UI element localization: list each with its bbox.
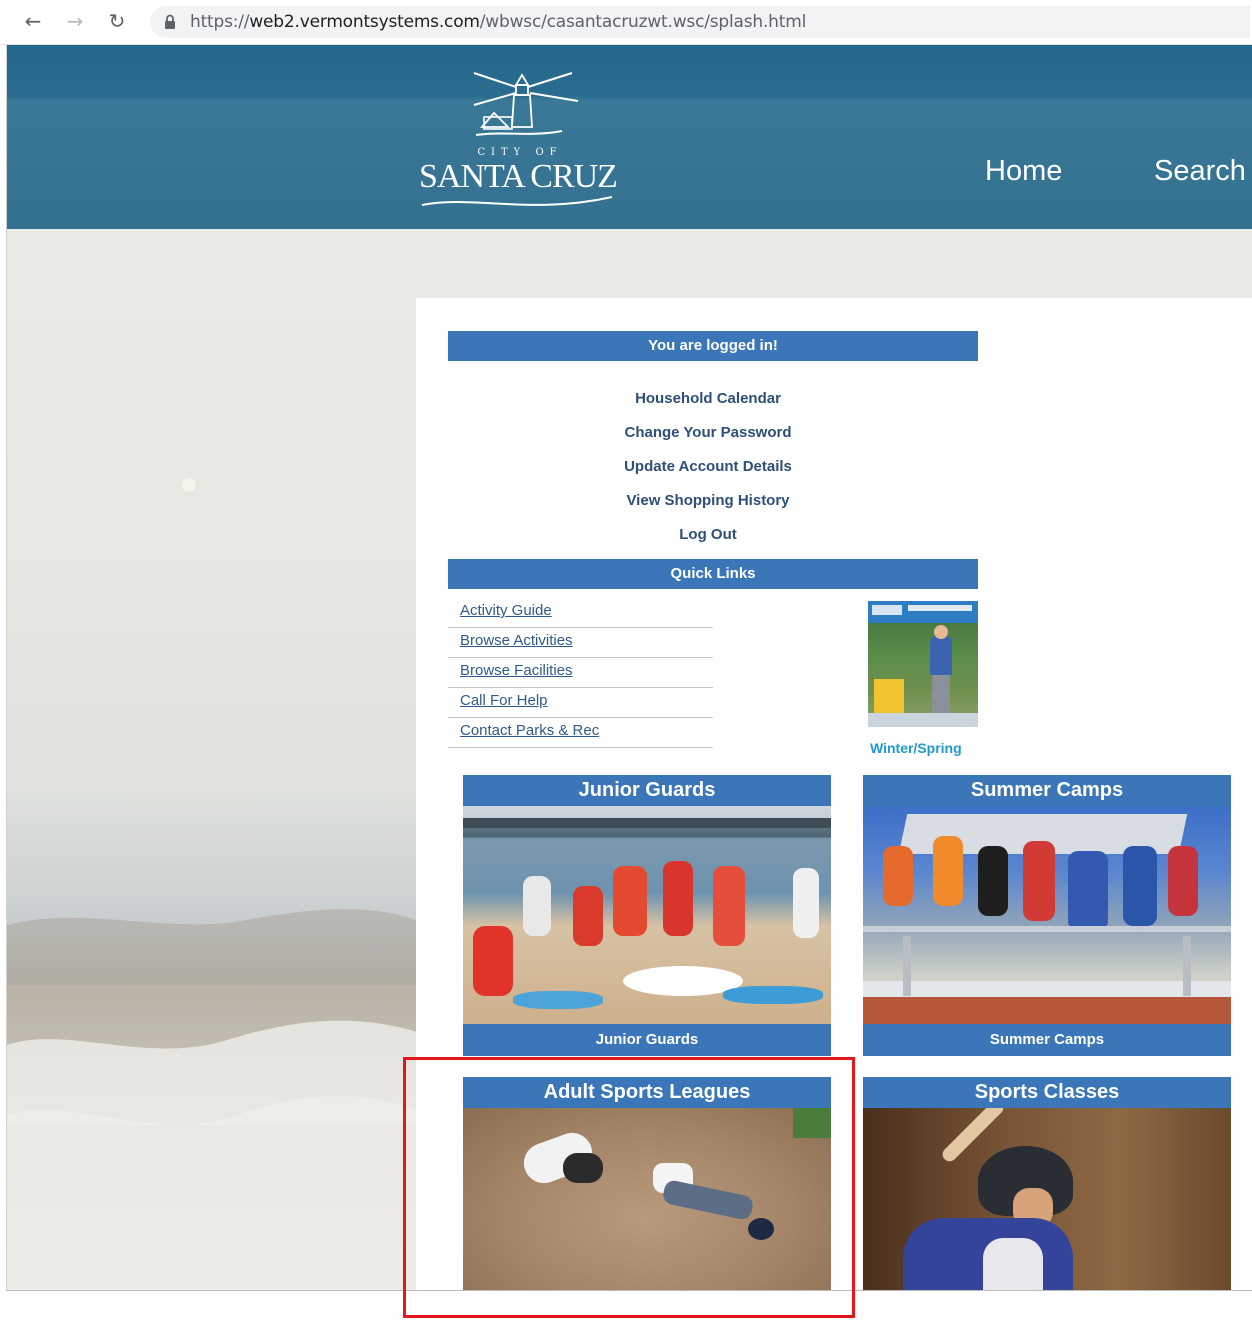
site-header: CITY OF SANTA CRUZ Home Search — [7, 45, 1252, 229]
update-account-link[interactable]: Update Account Details — [448, 458, 968, 475]
contact-parks-rec-link[interactable]: Contact Parks & Rec — [460, 722, 599, 739]
forward-arrow-icon[interactable]: → — [62, 8, 88, 34]
back-arrow-icon[interactable]: ← — [20, 8, 46, 34]
tile-title: Summer Camps — [970, 779, 1124, 801]
shopping-history-link[interactable]: View Shopping History — [448, 492, 968, 509]
guide-caption: Winter/Spring — [870, 740, 962, 756]
list-item: Browse Facilities — [448, 658, 713, 688]
reload-icon[interactable]: ↻ — [104, 8, 130, 34]
url-host: web2.vermontsystems.com — [249, 12, 480, 32]
household-calendar-link[interactable]: Household Calendar — [448, 390, 968, 407]
sports-classes-photo — [863, 1108, 1231, 1290]
list-item: Call For Help — [448, 688, 713, 718]
list-item: Activity Guide — [448, 598, 713, 628]
quick-links-list: Activity Guide Browse Activities Browse … — [448, 598, 713, 748]
url-text: https://web2.vermontsystems.com/wbwsc/ca… — [190, 12, 806, 32]
tile-title: Sports Classes — [974, 1081, 1120, 1103]
url-prefix: https:// — [190, 12, 250, 32]
activity-guide-cover-image[interactable] — [868, 601, 978, 727]
nav-home[interactable]: Home — [985, 155, 1062, 188]
quick-links-heading: Quick Links — [448, 559, 978, 589]
address-bar[interactable]: https://web2.vermontsystems.com/wbwsc/ca… — [150, 6, 1250, 38]
list-item: Browse Activities — [448, 628, 713, 658]
adult-sports-photo — [463, 1108, 831, 1290]
logo-big-text: SANTA CRUZ — [419, 158, 617, 195]
list-item: Contact Parks & Rec — [448, 718, 713, 748]
tile-adult-sports-leagues[interactable]: Adult Sports Leagues — [463, 1077, 831, 1290]
logged-in-banner: You are logged in! — [448, 331, 978, 361]
tile-summer-camps[interactable]: Summer Camps Summer Camps — [863, 775, 1231, 1056]
call-for-help-link[interactable]: Call For Help — [460, 692, 548, 709]
content-panel: You are logged in! Household Calendar Ch… — [416, 298, 1252, 1290]
browse-facilities-link[interactable]: Browse Facilities — [460, 662, 573, 679]
change-password-link[interactable]: Change Your Password — [448, 424, 968, 441]
background-bird — [182, 478, 196, 492]
browser-toolbar: ← → ↻ https://web2.vermontsystems.com/wb… — [0, 0, 1252, 45]
tile-footer: Summer Camps — [989, 1031, 1105, 1048]
browse-activities-link[interactable]: Browse Activities — [460, 632, 573, 649]
junior-guards-photo — [463, 806, 831, 1024]
activity-guide-link[interactable]: Activity Guide — [460, 602, 552, 619]
logo-small-text: CITY OF — [477, 147, 562, 158]
tile-footer: Junior Guards — [595, 1031, 699, 1048]
tile-title: Adult Sports Leagues — [543, 1081, 751, 1103]
nav-search[interactable]: Search — [1154, 155, 1246, 188]
background-waves — [7, 909, 427, 1290]
url-path: /wbwsc/casantacruzwt.wsc/splash.html — [479, 12, 807, 32]
log-out-link[interactable]: Log Out — [448, 526, 968, 543]
page-viewport: CITY OF SANTA CRUZ Home Search You are l… — [6, 45, 1252, 1291]
lock-icon — [165, 14, 175, 29]
tile-title: Junior Guards — [578, 779, 716, 801]
santa-cruz-logo[interactable]: CITY OF SANTA CRUZ — [412, 65, 622, 215]
tile-sports-classes[interactable]: Sports Classes — [863, 1077, 1231, 1290]
tile-junior-guards[interactable]: Junior Guards Junior Guards — [463, 775, 831, 1056]
summer-camps-photo — [863, 806, 1231, 1024]
